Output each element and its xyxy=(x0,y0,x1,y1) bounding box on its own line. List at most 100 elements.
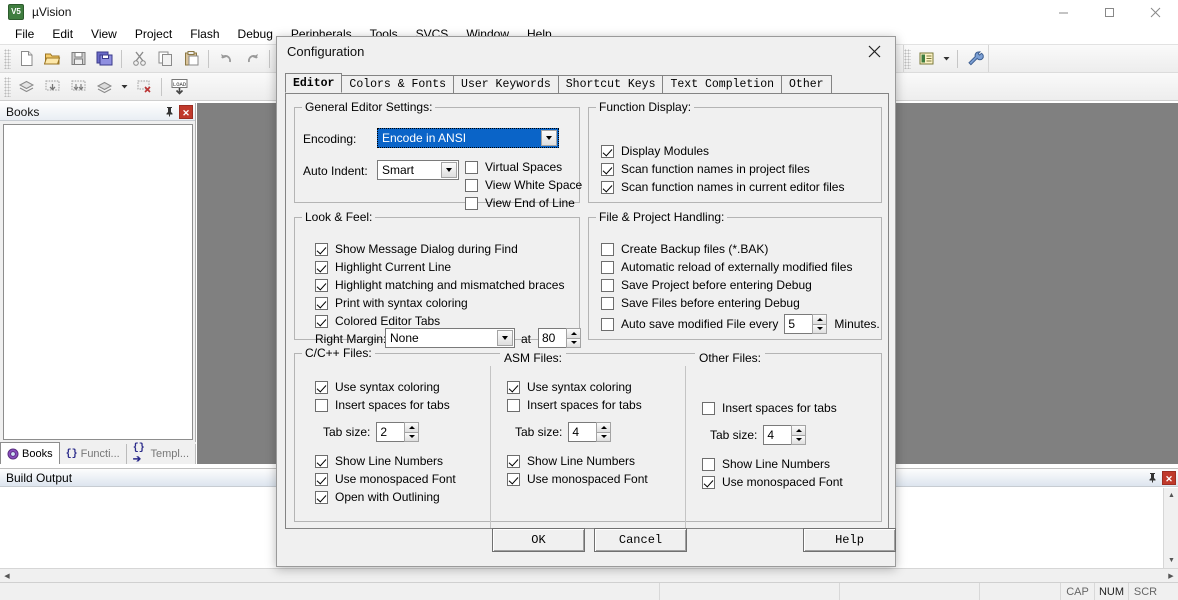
close-icon[interactable]: ✕ xyxy=(179,104,193,119)
colored-editor-tabs-checkbox[interactable]: Colored Editor Tabs xyxy=(315,314,564,328)
ccpp-show-line-numbers-checkbox[interactable]: Show Line Numbers xyxy=(315,454,490,468)
paste-icon[interactable] xyxy=(178,47,204,71)
stepper-down-icon[interactable] xyxy=(791,434,807,445)
toolbar-grip[interactable] xyxy=(904,48,911,69)
tab-editor[interactable]: Editor xyxy=(285,73,343,93)
scroll-right-icon[interactable]: ▶ xyxy=(1164,569,1178,582)
help-button[interactable]: Help xyxy=(803,528,896,552)
display-modules-checkbox[interactable]: Display Modules xyxy=(601,144,844,158)
toolbar-grip[interactable] xyxy=(4,48,11,69)
other-use-monospaced-checkbox[interactable]: Use monospaced Font xyxy=(702,475,877,489)
cut-icon[interactable] xyxy=(126,47,152,71)
highlight-current-line-checkbox[interactable]: Highlight Current Line xyxy=(315,260,564,274)
cancel-button[interactable]: Cancel xyxy=(594,528,687,552)
redo-icon[interactable] xyxy=(239,47,265,71)
pin-icon[interactable] xyxy=(162,105,176,119)
close-icon[interactable]: ✕ xyxy=(1162,470,1176,485)
stepper-up-icon[interactable] xyxy=(812,314,828,324)
target-dropdown-icon[interactable] xyxy=(939,47,953,71)
chevron-down-icon[interactable] xyxy=(541,130,557,146)
view-end-of-line-checkbox[interactable]: View End of Line xyxy=(465,196,582,210)
tab-templates[interactable]: {}➔ Templ... xyxy=(127,443,196,466)
right-margin-column-stepper[interactable]: 80 xyxy=(538,328,581,348)
auto-save-minutes-stepper[interactable]: 5 xyxy=(784,314,828,334)
highlight-braces-checkbox[interactable]: Highlight matching and mismatched braces xyxy=(315,278,564,292)
menu-debug[interactable]: Debug xyxy=(229,25,282,43)
save-icon[interactable] xyxy=(65,47,91,71)
menu-edit[interactable]: Edit xyxy=(43,25,82,43)
asm-tab-size-stepper[interactable]: 4 xyxy=(568,422,612,442)
undo-icon[interactable] xyxy=(213,47,239,71)
ccpp-use-monospaced-checkbox[interactable]: Use monospaced Font xyxy=(315,472,490,486)
stepper-down-icon[interactable] xyxy=(812,323,828,334)
toolbar-grip[interactable] xyxy=(4,76,11,97)
other-show-line-numbers-checkbox[interactable]: Show Line Numbers xyxy=(702,457,877,471)
ccpp-tab-size-stepper[interactable]: 2 xyxy=(376,422,420,442)
stepper-up-icon[interactable] xyxy=(596,422,612,432)
build-output-vscrollbar[interactable]: ▲ ▼ xyxy=(1163,488,1178,568)
close-button[interactable] xyxy=(1132,0,1178,24)
encoding-combobox[interactable]: Encode in ANSI xyxy=(377,128,559,148)
load-icon[interactable]: LOAD xyxy=(166,75,192,99)
asm-use-syntax-coloring-checkbox[interactable]: Use syntax coloring xyxy=(507,380,682,394)
ccpp-use-syntax-coloring-checkbox[interactable]: Use syntax coloring xyxy=(315,380,490,394)
scroll-left-icon[interactable]: ◀ xyxy=(0,569,14,582)
batch-build-dropdown-icon[interactable] xyxy=(117,75,131,99)
minimize-button[interactable] xyxy=(1040,0,1086,24)
ccpp-open-with-outlining-checkbox[interactable]: Open with Outlining xyxy=(315,490,490,504)
right-margin-column-value[interactable]: 80 xyxy=(538,328,566,348)
auto-save-minutes-value[interactable]: 5 xyxy=(784,314,813,334)
other-tab-size-value[interactable]: 4 xyxy=(763,425,792,445)
other-tab-size-stepper[interactable]: 4 xyxy=(763,425,807,445)
stepper-down-icon[interactable] xyxy=(596,431,612,442)
menu-project[interactable]: Project xyxy=(126,25,181,43)
open-file-icon[interactable] xyxy=(39,47,65,71)
right-margin-combobox[interactable]: None xyxy=(385,328,515,348)
stepper-up-icon[interactable] xyxy=(791,425,807,435)
tab-shortcut-keys[interactable]: Shortcut Keys xyxy=(557,75,664,93)
save-all-icon[interactable] xyxy=(91,47,117,71)
create-backup-files-checkbox[interactable]: Create Backup files (*.BAK) xyxy=(601,242,880,256)
pin-icon[interactable] xyxy=(1145,471,1159,485)
save-project-before-debug-checkbox[interactable]: Save Project before entering Debug xyxy=(601,278,880,292)
stepper-up-icon[interactable] xyxy=(404,422,420,432)
chevron-down-icon[interactable] xyxy=(497,330,513,346)
asm-tab-size-value[interactable]: 4 xyxy=(568,422,597,442)
maximize-button[interactable] xyxy=(1086,0,1132,24)
tab-text-completion[interactable]: Text Completion xyxy=(662,75,783,93)
ok-button[interactable]: OK xyxy=(492,528,585,552)
menu-view[interactable]: View xyxy=(82,25,126,43)
rebuild-icon[interactable] xyxy=(65,75,91,99)
new-file-icon[interactable] xyxy=(13,47,39,71)
ccpp-tab-size-value[interactable]: 2 xyxy=(376,422,405,442)
tab-books[interactable]: Books xyxy=(0,442,60,464)
dialog-close-button[interactable] xyxy=(853,37,895,65)
chevron-down-icon[interactable] xyxy=(441,162,457,178)
scroll-down-icon[interactable]: ▼ xyxy=(1164,553,1178,568)
tab-colors-and-fonts[interactable]: Colors & Fonts xyxy=(341,75,455,93)
tab-functions[interactable]: {} Functi... xyxy=(60,444,127,464)
view-white-space-checkbox[interactable]: View White Space xyxy=(465,178,582,192)
build-output-hscrollbar[interactable]: ◀ ▶ xyxy=(0,568,1178,582)
ccpp-insert-spaces-checkbox[interactable]: Insert spaces for tabs xyxy=(315,398,490,412)
menu-flash[interactable]: Flash xyxy=(181,25,228,43)
asm-use-monospaced-checkbox[interactable]: Use monospaced Font xyxy=(507,472,682,486)
save-files-before-debug-checkbox[interactable]: Save Files before entering Debug xyxy=(601,296,880,310)
asm-show-line-numbers-checkbox[interactable]: Show Line Numbers xyxy=(507,454,682,468)
scan-editor-files-checkbox[interactable]: Scan function names in current editor fi… xyxy=(601,180,844,194)
stepper-down-icon[interactable] xyxy=(404,431,420,442)
virtual-spaces-checkbox[interactable]: Virtual Spaces xyxy=(465,160,582,174)
build-icon[interactable] xyxy=(39,75,65,99)
tab-user-keywords[interactable]: User Keywords xyxy=(453,75,559,93)
auto-save-checkbox[interactable]: Auto save modified File every 5 Minutes. xyxy=(601,314,880,334)
translate-icon[interactable] xyxy=(13,75,39,99)
books-list[interactable] xyxy=(3,124,193,440)
other-insert-spaces-checkbox[interactable]: Insert spaces for tabs xyxy=(702,401,877,415)
configuration-wrench-icon[interactable] xyxy=(962,47,988,71)
stop-build-icon[interactable] xyxy=(131,75,157,99)
batch-build-icon[interactable] xyxy=(91,75,117,99)
auto-reload-checkbox[interactable]: Automatic reload of externally modified … xyxy=(601,260,880,274)
menu-file[interactable]: File xyxy=(6,25,43,43)
print-syntax-coloring-checkbox[interactable]: Print with syntax coloring xyxy=(315,296,564,310)
copy-icon[interactable] xyxy=(152,47,178,71)
